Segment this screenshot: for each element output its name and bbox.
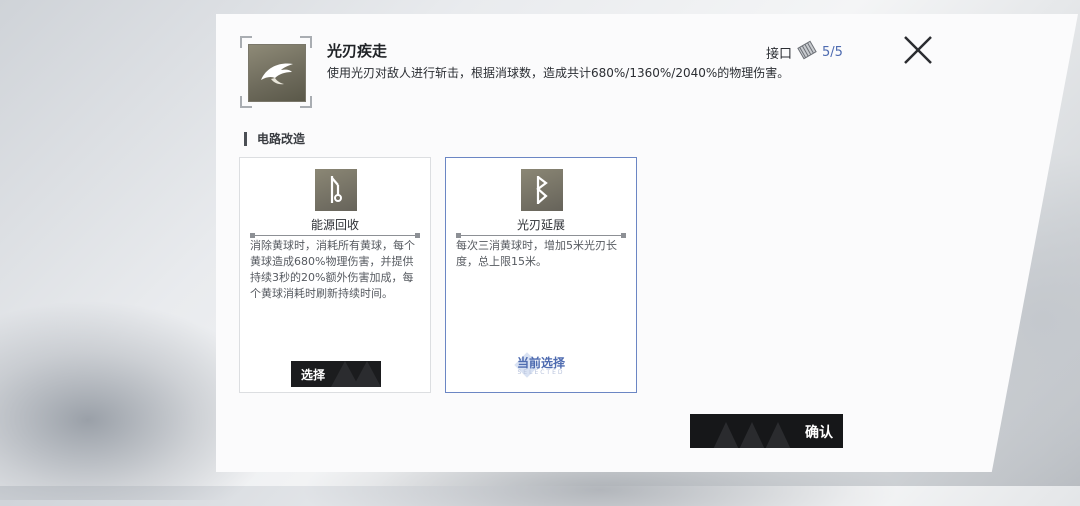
close-icon (904, 36, 932, 64)
slot-label: 接口 (766, 46, 793, 62)
skill-title: 光刃疾走 (327, 42, 388, 60)
chip-icon (796, 40, 818, 64)
section-title: 电路改造 (244, 132, 305, 146)
skill-icon-frame (240, 36, 312, 108)
current-selection-tag: 当前选择 SELECTED (446, 352, 636, 378)
skill-description: 使用光刃对敌人进行斩击，根据消球数，造成共计680%/1360%/2040%的物… (327, 66, 790, 80)
select-button-label: 选择 (301, 367, 326, 382)
button-decoration (353, 361, 381, 387)
confirm-button-label: 确认 (805, 425, 833, 441)
card-name: 能源回收 (310, 218, 359, 232)
button-decoration (762, 422, 794, 448)
card-name: 光刃延展 (516, 218, 565, 232)
circuit-card-blade-extension[interactable]: 光刃延展 每次三消黄球时，增加5米光刃长度，总上限15米。 当前选择 SELEC… (445, 157, 637, 393)
card-divider (250, 233, 420, 238)
bird-wing-icon (248, 44, 306, 102)
rune-b-icon (521, 169, 563, 211)
slot-indicator: 接口 5/5 (766, 40, 843, 64)
close-button[interactable] (900, 32, 936, 68)
circuit-card-energy-recovery[interactable]: 能源回收 消除黄球时，消耗所有黄球，每个黄球造成680%物理伤害，并提供持续3秒… (239, 157, 431, 393)
confirm-button[interactable]: 确认 (690, 414, 843, 448)
card-description: 消除黄球时，消耗所有黄球，每个黄球造成680%物理伤害，并提供持续3秒的20%额… (250, 239, 415, 300)
card-description: 每次三消黄球时，增加5米光刃长度，总上限15米。 (456, 239, 617, 268)
selected-sub-label: SELECTED (517, 369, 565, 376)
card-divider (456, 233, 626, 238)
select-button[interactable]: 选择 (291, 361, 381, 387)
slot-value: 5/5 (822, 44, 843, 60)
rune-f-icon (315, 169, 357, 211)
